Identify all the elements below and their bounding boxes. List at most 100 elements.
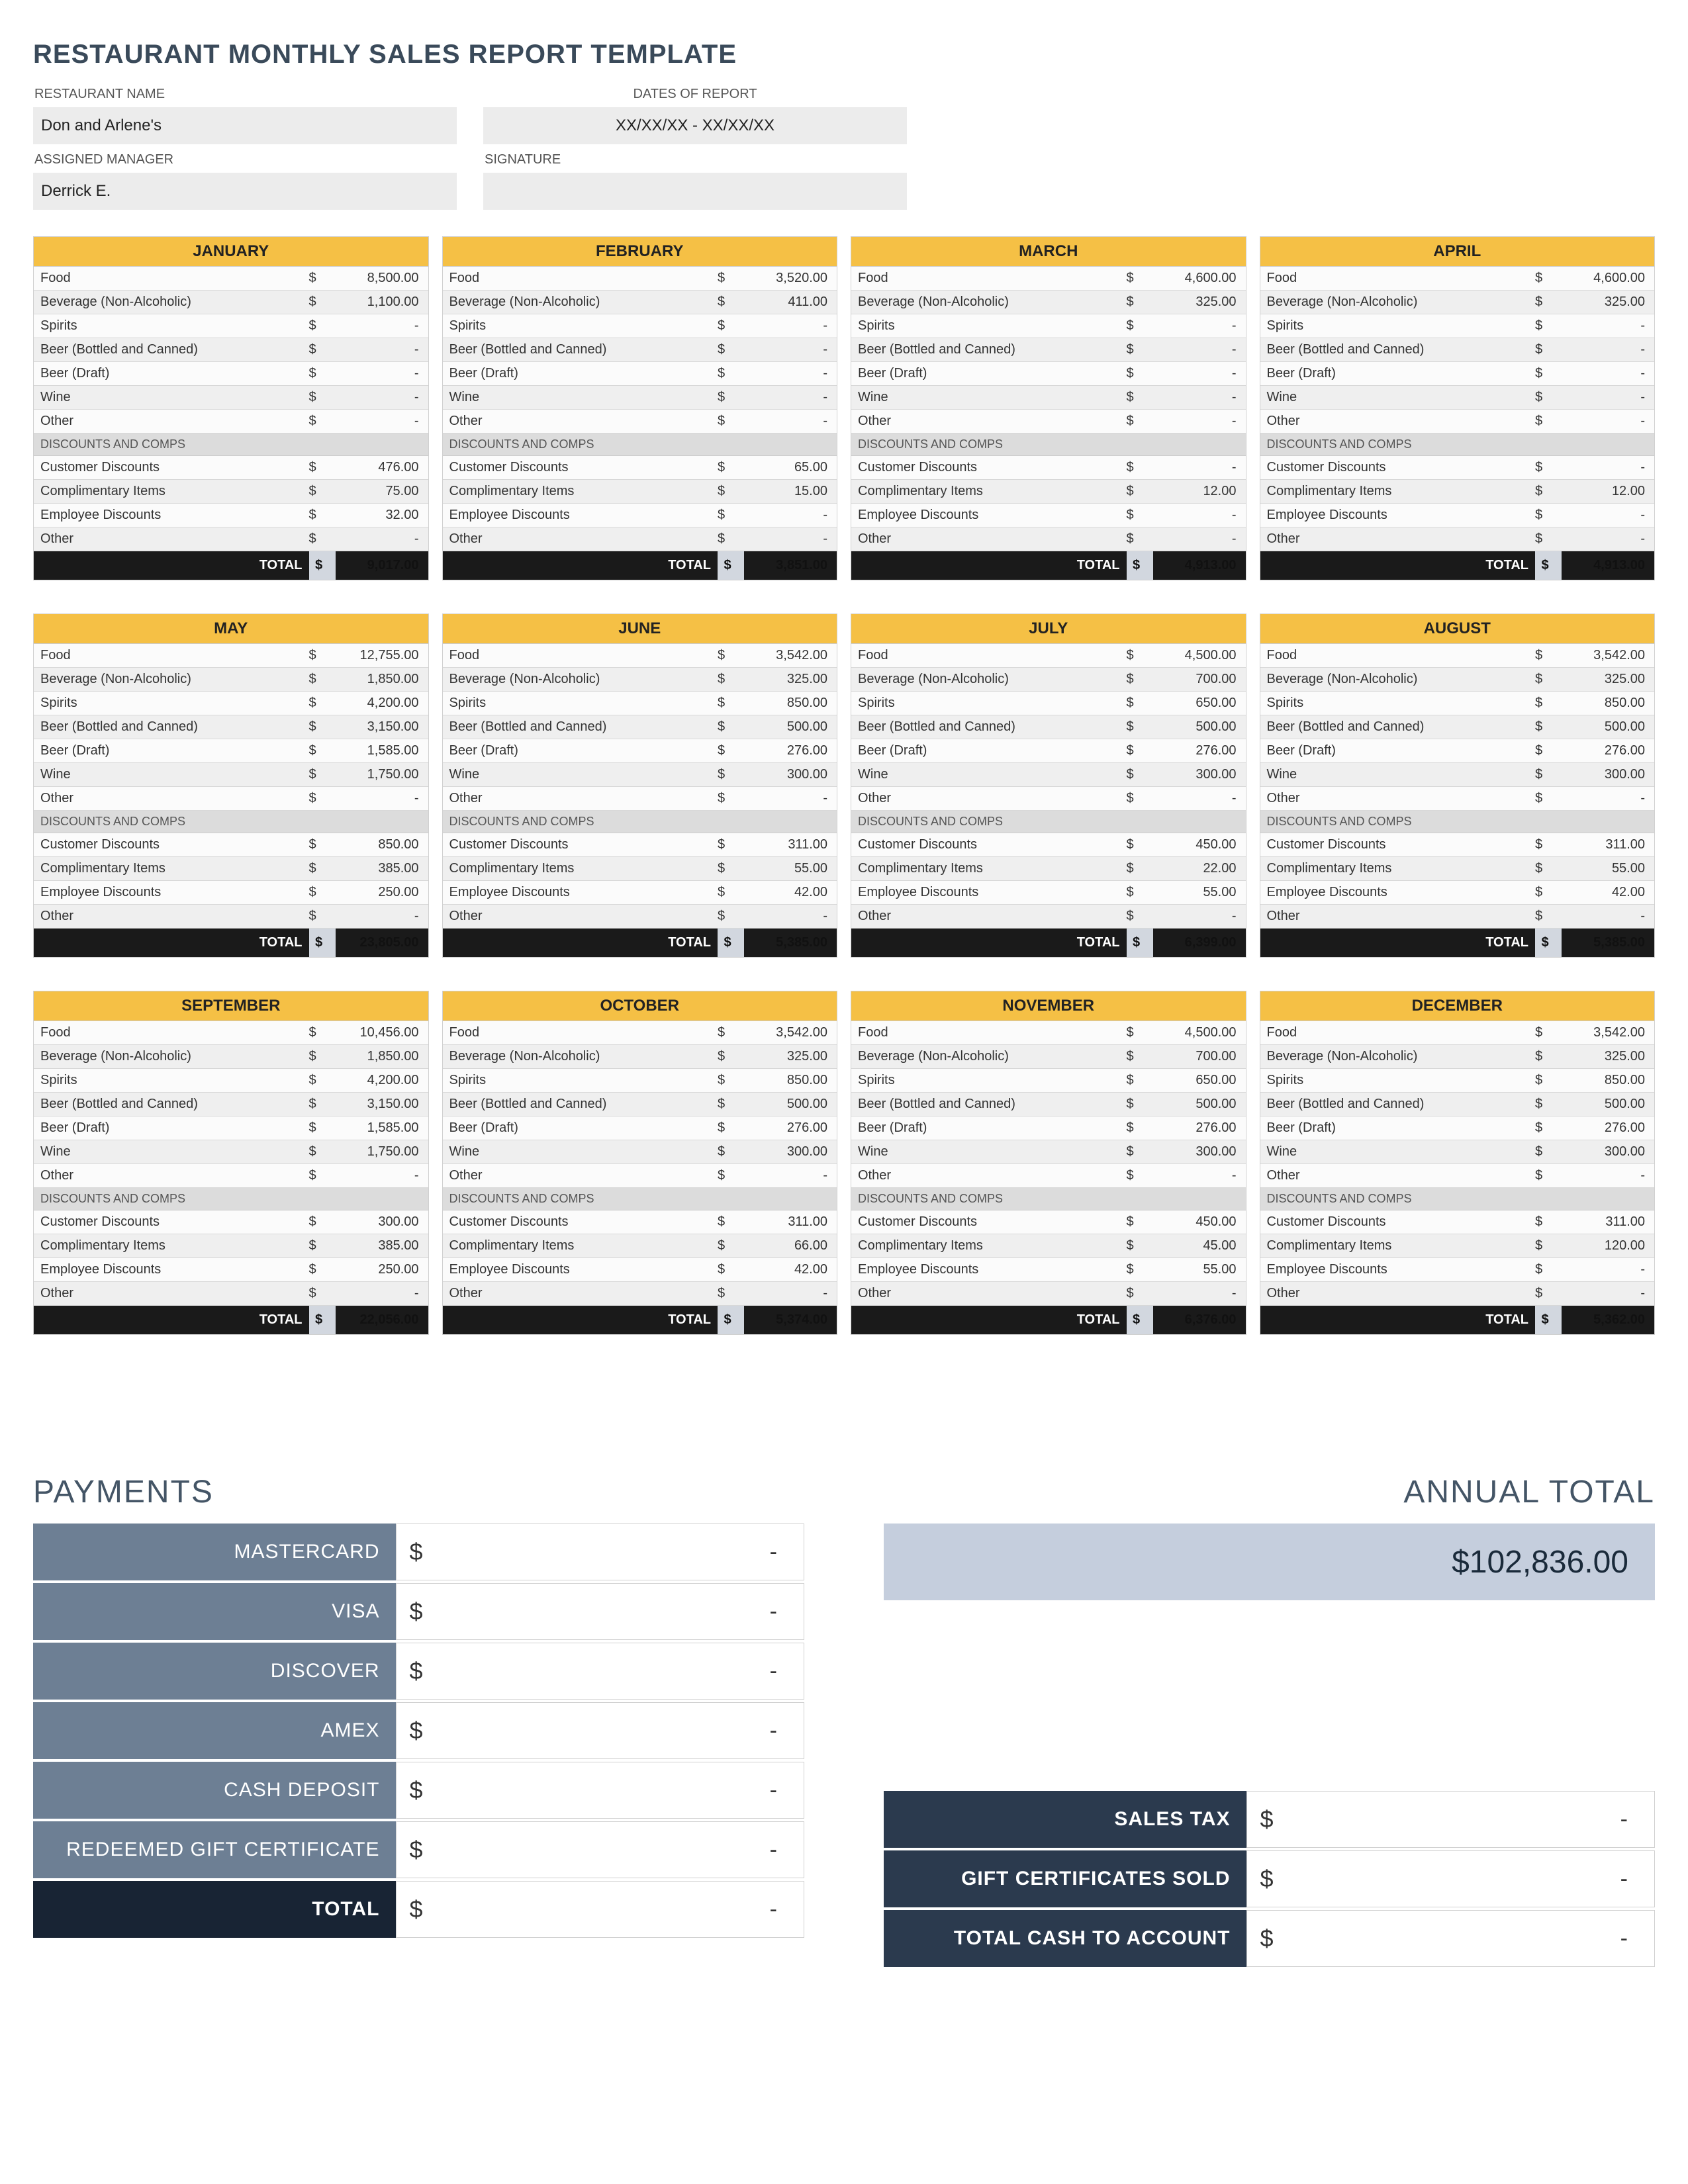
table-row: Beer (Draft)$276.00 bbox=[851, 739, 1246, 763]
row-value: - bbox=[1555, 909, 1648, 924]
row-label: Beer (Bottled and Canned) bbox=[449, 719, 718, 735]
currency: $ bbox=[718, 1168, 737, 1183]
table-row: Beer (Bottled and Canned)$- bbox=[34, 338, 428, 362]
currency: $ bbox=[718, 648, 737, 663]
row-value: - bbox=[1555, 508, 1648, 523]
table-row: Employee Discounts$- bbox=[1260, 504, 1655, 527]
currency: $ bbox=[1127, 1097, 1147, 1112]
payment-value[interactable]: - bbox=[442, 1524, 805, 1580]
table-row: Other$- bbox=[1260, 1282, 1655, 1306]
table-row: Beer (Draft)$276.00 bbox=[443, 739, 837, 763]
table-row: Food$3,542.00 bbox=[443, 644, 837, 668]
row-label: Beer (Bottled and Canned) bbox=[858, 1097, 1127, 1112]
month-header: NOVEMBER bbox=[851, 991, 1246, 1021]
currency: $ bbox=[1535, 558, 1555, 573]
row-value: 1,750.00 bbox=[329, 1144, 422, 1160]
currency: $ bbox=[396, 1881, 442, 1938]
table-row: Beer (Draft)$- bbox=[443, 362, 837, 386]
dates-field[interactable]: XX/XX/XX - XX/XX/XX bbox=[483, 107, 907, 144]
currency: $ bbox=[1535, 1097, 1555, 1112]
table-row: Wine$300.00 bbox=[443, 763, 837, 787]
row-label: Wine bbox=[40, 1144, 309, 1160]
table-row: Other$- bbox=[851, 905, 1246, 929]
currency: $ bbox=[1535, 1049, 1555, 1064]
summary-value[interactable]: - bbox=[1293, 1850, 1656, 1907]
month-total-value: 4,913.00 bbox=[1555, 558, 1648, 573]
table-row: Beverage (Non-Alcoholic)$325.00 bbox=[443, 668, 837, 692]
table-row: Employee Discounts$32.00 bbox=[34, 504, 428, 527]
row-label: Customer Discounts bbox=[1267, 1214, 1536, 1230]
currency: $ bbox=[396, 1524, 442, 1580]
row-value: 325.00 bbox=[737, 672, 830, 687]
currency: $ bbox=[718, 318, 737, 334]
table-row: Spirits$- bbox=[34, 314, 428, 338]
row-value: 276.00 bbox=[1147, 743, 1239, 758]
row-label: Employee Discounts bbox=[40, 1262, 309, 1277]
restaurant-name-field[interactable]: Don and Arlene's bbox=[33, 107, 457, 144]
table-row: Employee Discounts$250.00 bbox=[34, 1258, 428, 1282]
currency: $ bbox=[718, 1238, 737, 1253]
currency: $ bbox=[718, 672, 737, 687]
table-row: Customer Discounts$311.00 bbox=[1260, 833, 1655, 857]
currency: $ bbox=[718, 342, 737, 357]
currency: $ bbox=[1127, 1312, 1147, 1328]
currency: $ bbox=[718, 1049, 737, 1064]
row-value: - bbox=[1147, 1168, 1239, 1183]
row-label: Wine bbox=[858, 390, 1127, 405]
payment-value[interactable]: - bbox=[442, 1762, 805, 1819]
row-label: Beer (Draft) bbox=[858, 743, 1127, 758]
currency: $ bbox=[1535, 508, 1555, 523]
row-value: 3,542.00 bbox=[737, 1025, 830, 1040]
table-row: Food$8,500.00 bbox=[34, 267, 428, 291]
summary-value[interactable]: - bbox=[1293, 1910, 1656, 1967]
table-row: Wine$- bbox=[443, 386, 837, 410]
row-value: - bbox=[737, 1286, 830, 1301]
table-row: Spirits$- bbox=[443, 314, 837, 338]
row-label: Other bbox=[858, 1286, 1127, 1301]
month-table: MARCHFood$4,600.00Beverage (Non-Alcoholi… bbox=[851, 236, 1246, 580]
table-row: Customer Discounts$311.00 bbox=[443, 1210, 837, 1234]
month-total-row: TOTAL$9,017.00 bbox=[34, 551, 428, 580]
payments-total-row: TOTAL$- bbox=[33, 1881, 804, 1940]
currency: $ bbox=[1127, 1214, 1147, 1230]
summary-value[interactable]: - bbox=[1293, 1791, 1656, 1848]
table-row: Complimentary Items$12.00 bbox=[1260, 480, 1655, 504]
table-row: Beverage (Non-Alcoholic)$325.00 bbox=[851, 291, 1246, 314]
row-label: Other bbox=[449, 1286, 718, 1301]
row-value: 385.00 bbox=[329, 1238, 422, 1253]
payment-value[interactable]: - bbox=[442, 1583, 805, 1640]
currency: $ bbox=[1535, 318, 1555, 334]
manager-field[interactable]: Derrick E. bbox=[33, 173, 457, 210]
month-total-value: 3,851.00 bbox=[737, 558, 830, 573]
summary-row: SALES TAX$- bbox=[884, 1791, 1655, 1850]
row-label: Employee Discounts bbox=[858, 885, 1127, 900]
table-row: Other$- bbox=[443, 905, 837, 929]
month-table: JUNEFood$3,542.00Beverage (Non-Alcoholic… bbox=[442, 614, 838, 958]
row-label: Other bbox=[1267, 1168, 1536, 1183]
row-value: - bbox=[1147, 390, 1239, 405]
table-row: Other$- bbox=[851, 1282, 1246, 1306]
month-total-row: TOTAL$5,385.00 bbox=[443, 929, 837, 957]
row-label: Beverage (Non-Alcoholic) bbox=[858, 672, 1127, 687]
table-row: Beer (Draft)$276.00 bbox=[1260, 739, 1655, 763]
row-label: Beverage (Non-Alcoholic) bbox=[449, 672, 718, 687]
row-label: Complimentary Items bbox=[449, 861, 718, 876]
row-value: 450.00 bbox=[1147, 837, 1239, 852]
row-value: 311.00 bbox=[1555, 837, 1648, 852]
currency: $ bbox=[1535, 460, 1555, 475]
currency: $ bbox=[1535, 1144, 1555, 1160]
payment-value[interactable]: - bbox=[442, 1821, 805, 1878]
row-label: Beer (Bottled and Canned) bbox=[40, 719, 309, 735]
table-row: Beer (Draft)$- bbox=[851, 362, 1246, 386]
payment-value[interactable]: - bbox=[442, 1643, 805, 1700]
payment-row: CASH DEPOSIT$- bbox=[33, 1762, 804, 1821]
table-row: Employee Discounts$42.00 bbox=[443, 1258, 837, 1282]
signature-field[interactable] bbox=[483, 173, 907, 210]
discounts-subhead: DISCOUNTS AND COMPS bbox=[34, 1188, 428, 1210]
payment-value[interactable]: - bbox=[442, 1702, 805, 1759]
currency: $ bbox=[1246, 1910, 1293, 1967]
row-label: Employee Discounts bbox=[1267, 508, 1536, 523]
row-label: Wine bbox=[449, 1144, 718, 1160]
currency: $ bbox=[718, 366, 737, 381]
row-value: 1,850.00 bbox=[329, 672, 422, 687]
